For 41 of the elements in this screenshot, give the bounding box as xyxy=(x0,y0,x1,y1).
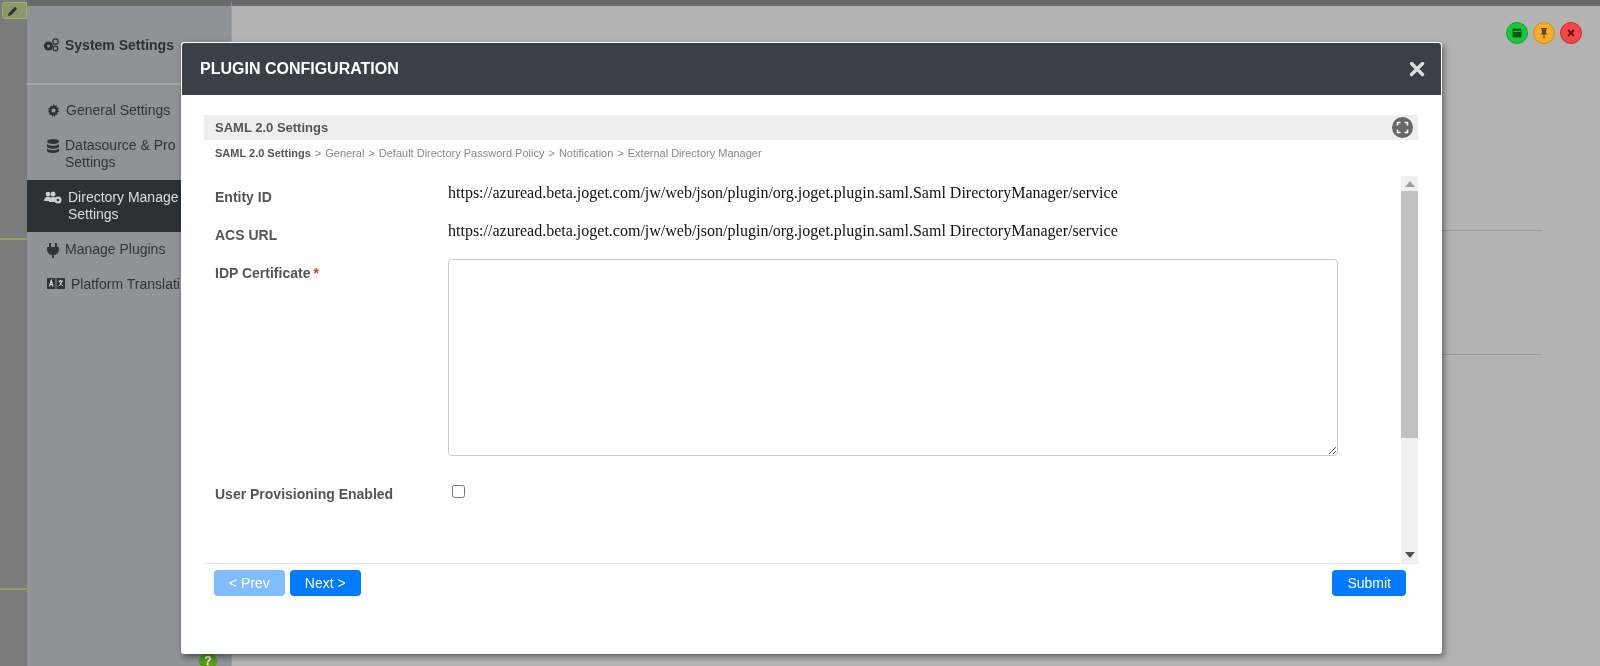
sidebar-item[interactable]: General Settings xyxy=(27,93,201,128)
window-icon[interactable] xyxy=(1506,22,1528,44)
fullscreen-icon[interactable] xyxy=(1392,117,1413,138)
gear-icon xyxy=(47,104,60,117)
pencil-icon xyxy=(8,5,18,16)
submit-button[interactable]: Submit xyxy=(1332,570,1406,596)
breadcrumb-item[interactable]: External Directory Manager xyxy=(627,147,762,171)
scrollbar-thumb[interactable] xyxy=(1401,191,1418,438)
certificate-field[interactable] xyxy=(448,259,1338,456)
sidebar-title: System Settings xyxy=(65,36,174,53)
sidebar-item[interactable]: Datasource & Pro Settings xyxy=(27,128,201,180)
plug-icon xyxy=(47,243,59,258)
dialog-title: PLUGIN CONFIGURATION xyxy=(200,60,399,78)
sidebar-item[interactable]: Platform Translati xyxy=(27,267,201,302)
breadcrumb-item[interactable]: Default Directory Password Policy xyxy=(378,147,545,171)
sidebar-item[interactable]: Manage Plugins xyxy=(27,232,201,267)
translate-icon xyxy=(47,278,65,289)
scroll-up-icon[interactable] xyxy=(1404,181,1415,187)
breadcrumb-item[interactable]: Notification xyxy=(558,147,614,171)
field-value: https://azuread.beta.joget.com/jw/web/json/plugin/org.joget.plugin.saml.Saml DirectoryManager/service xyxy=(448,221,1118,242)
breadcrumb-separator: > xyxy=(368,147,375,161)
checkbox[interactable] xyxy=(452,485,465,498)
close-icon[interactable] xyxy=(1560,22,1582,44)
breadcrumb-item[interactable]: SAML 2.0 Settings xyxy=(215,147,311,171)
database-icon xyxy=(47,139,59,153)
scroll-down-icon[interactable] xyxy=(1404,552,1415,558)
users-gear-icon xyxy=(44,191,62,204)
field-label: ACS URL xyxy=(215,227,278,243)
field-label: Entity ID xyxy=(215,189,272,205)
breadcrumb-item[interactable]: General xyxy=(325,147,365,171)
breadcrumb-separator: > xyxy=(314,147,322,161)
pin-icon[interactable] xyxy=(1533,22,1555,44)
required-mark: * xyxy=(313,265,319,281)
gears-icon xyxy=(43,37,59,52)
nav-button[interactable]: Next > xyxy=(289,570,361,596)
field-label: User Provisioning Enabled xyxy=(215,486,394,502)
field-label: IDP Certificate xyxy=(215,265,311,281)
breadcrumb-separator: > xyxy=(617,147,624,161)
breadcrumb-separator: > xyxy=(548,147,555,161)
field-value: https://azuread.beta.joget.com/jw/web/json/plugin/org.joget.plugin.saml.Saml DirectoryManager/service xyxy=(448,183,1118,204)
section-title: SAML 2.0 Settings xyxy=(215,120,329,135)
